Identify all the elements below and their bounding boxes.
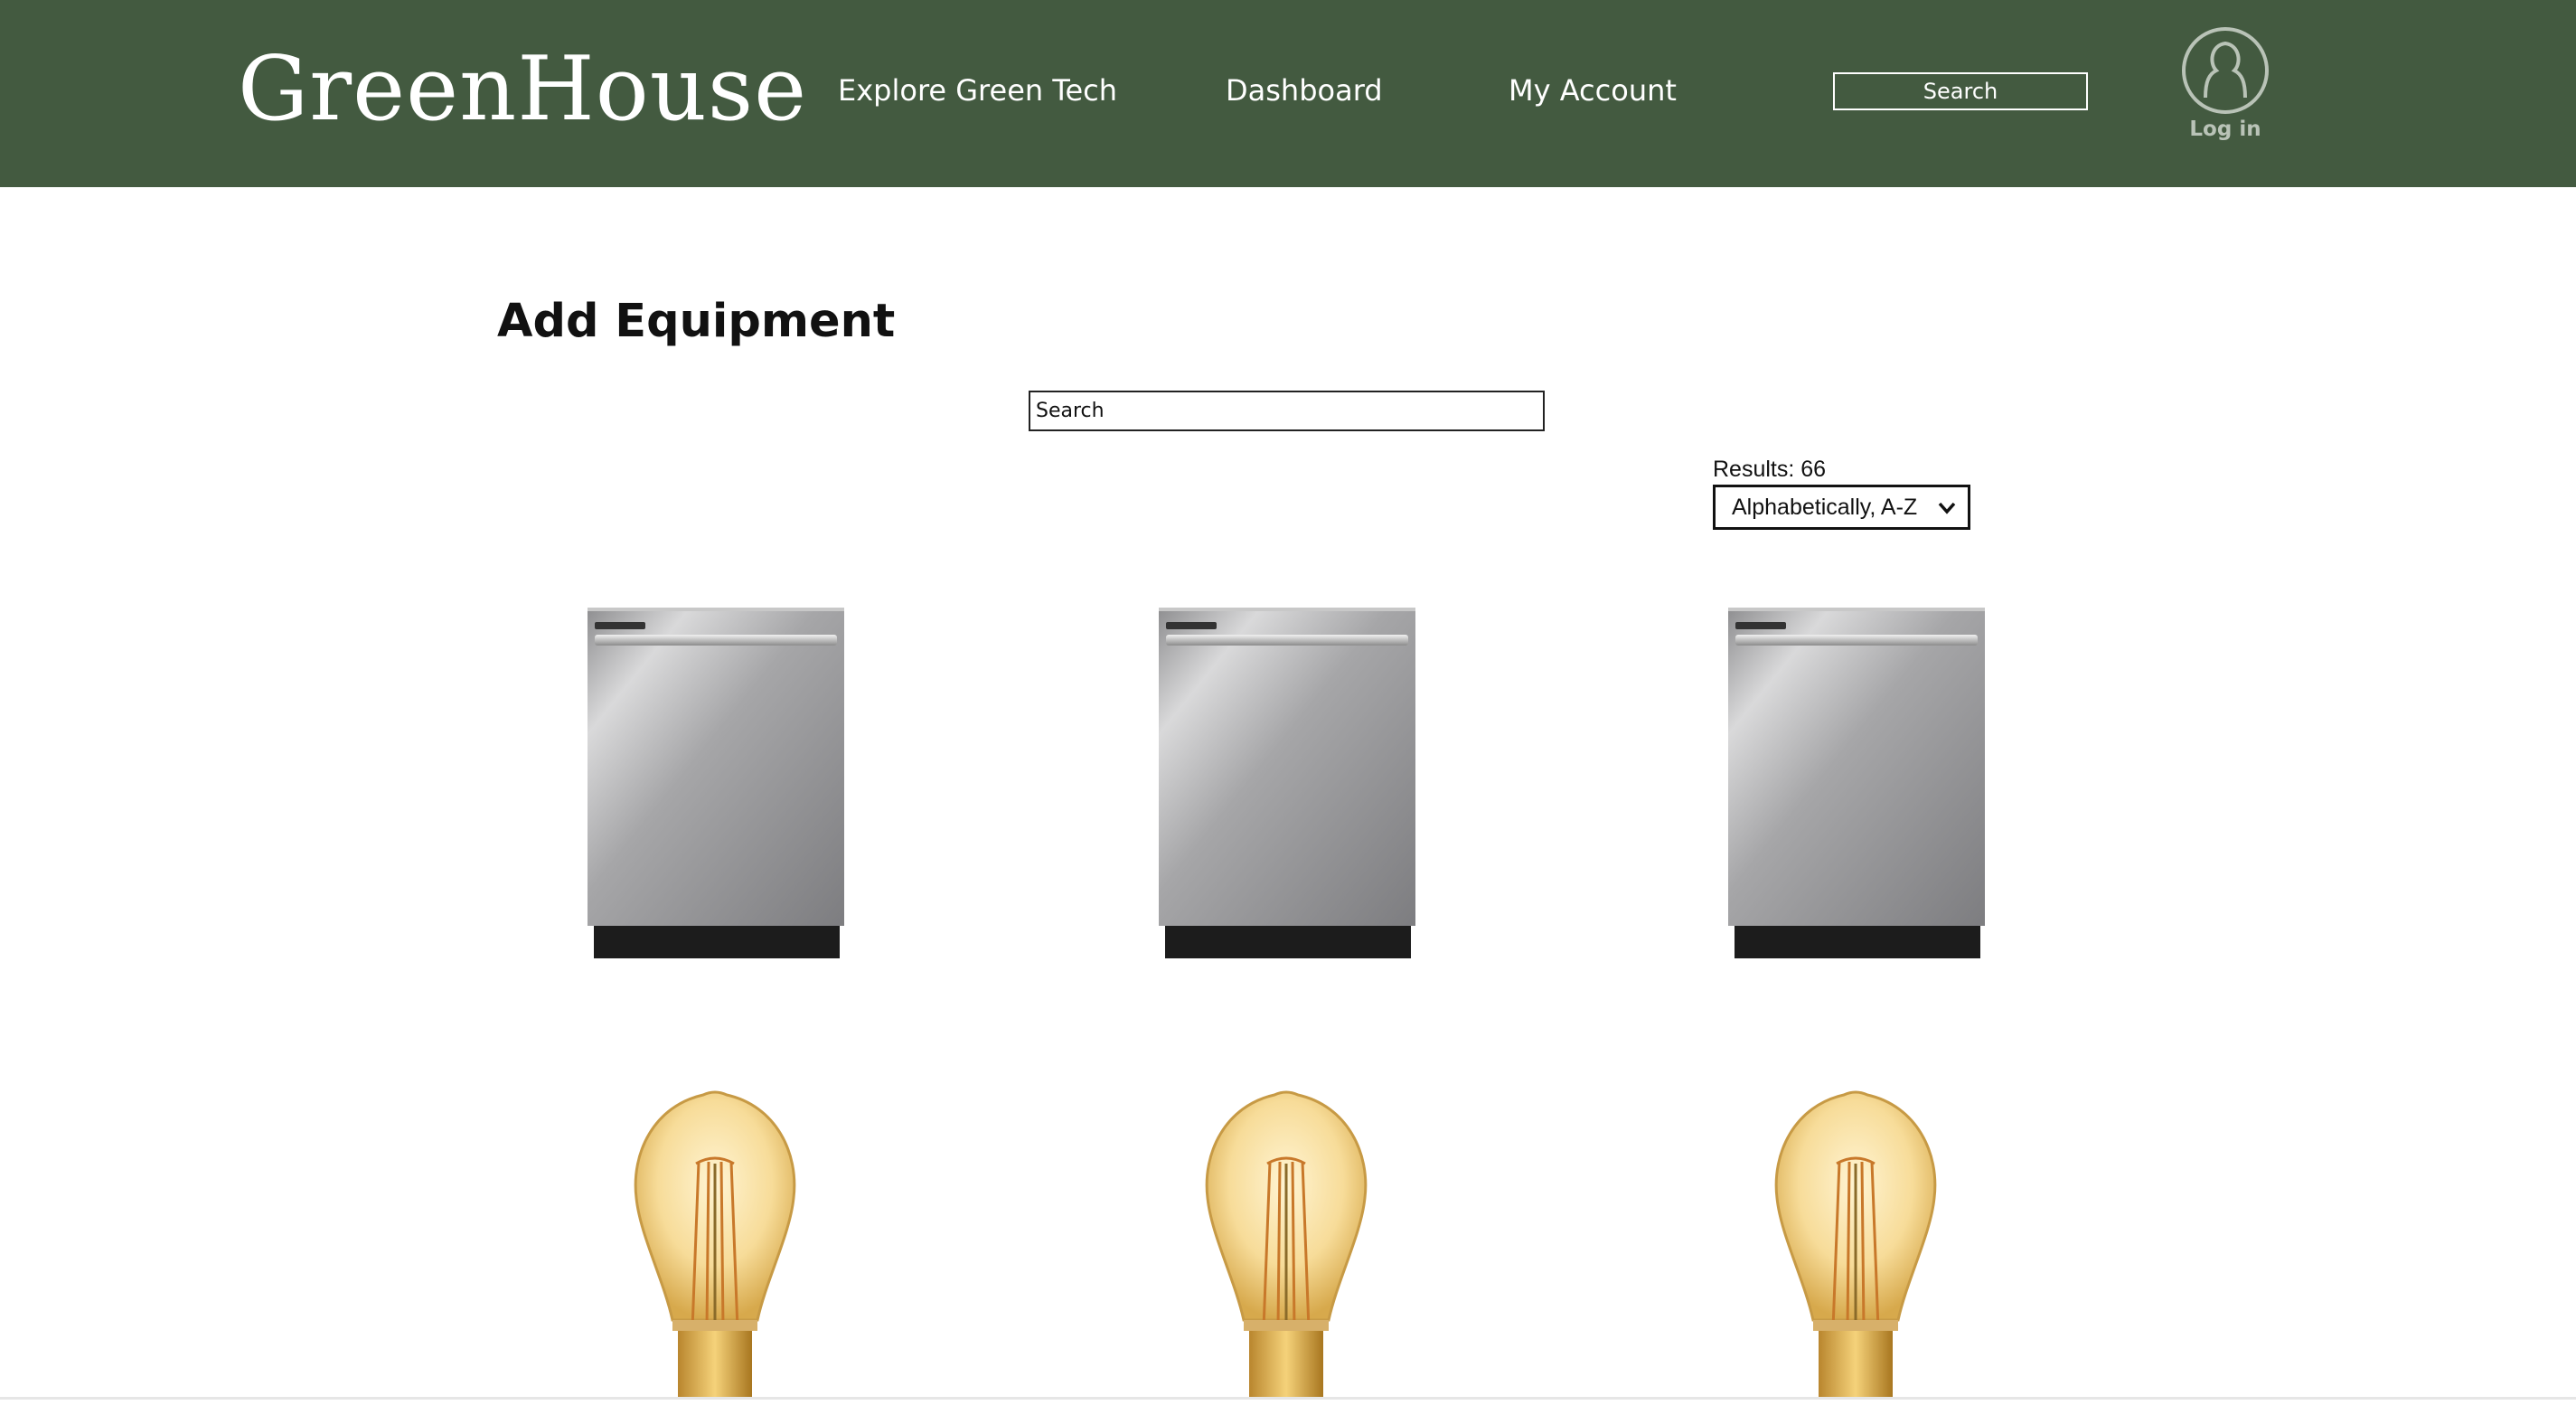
dishwasher-image [1728, 608, 1985, 958]
page-bottom-divider [0, 1397, 2576, 1400]
product-card-dishwasher[interactable] [1726, 608, 1987, 965]
user-avatar-icon [2182, 27, 2269, 114]
results-count: Results: 66 [1713, 457, 1827, 482]
equipment-search-input[interactable] [1029, 391, 1545, 431]
nav-my-account[interactable]: My Account [1509, 76, 1677, 105]
product-card-light-bulb[interactable] [1772, 1089, 1940, 1401]
login-label: Log in [2189, 118, 2261, 141]
light-bulb-image [634, 1090, 796, 1397]
chevron-down-icon [1938, 502, 1956, 514]
top-header: GreenHouse Explore Green Tech Dashboard … [0, 0, 2576, 187]
light-bulb-image [1205, 1090, 1368, 1397]
sort-selected-value: Alphabetically, A-Z [1732, 494, 1918, 520]
product-card-dishwasher[interactable] [1157, 608, 1417, 965]
page-title: Add Equipment [497, 295, 896, 348]
product-card-light-bulb[interactable] [1202, 1089, 1370, 1401]
nav-dashboard[interactable]: Dashboard [1226, 76, 1383, 105]
product-card-dishwasher[interactable] [586, 608, 846, 965]
sort-dropdown[interactable]: Alphabetically, A-Z [1713, 485, 1970, 530]
site-logo[interactable]: GreenHouse [238, 45, 807, 134]
product-card-light-bulb[interactable] [631, 1089, 799, 1401]
dishwasher-image [1159, 608, 1415, 958]
light-bulb-image [1774, 1090, 1937, 1397]
nav-explore-green-tech[interactable]: Explore Green Tech [838, 76, 1117, 105]
header-search-button[interactable]: Search [1833, 72, 2088, 110]
dishwasher-image [588, 608, 844, 958]
login-button[interactable]: Log in [2180, 27, 2270, 150]
